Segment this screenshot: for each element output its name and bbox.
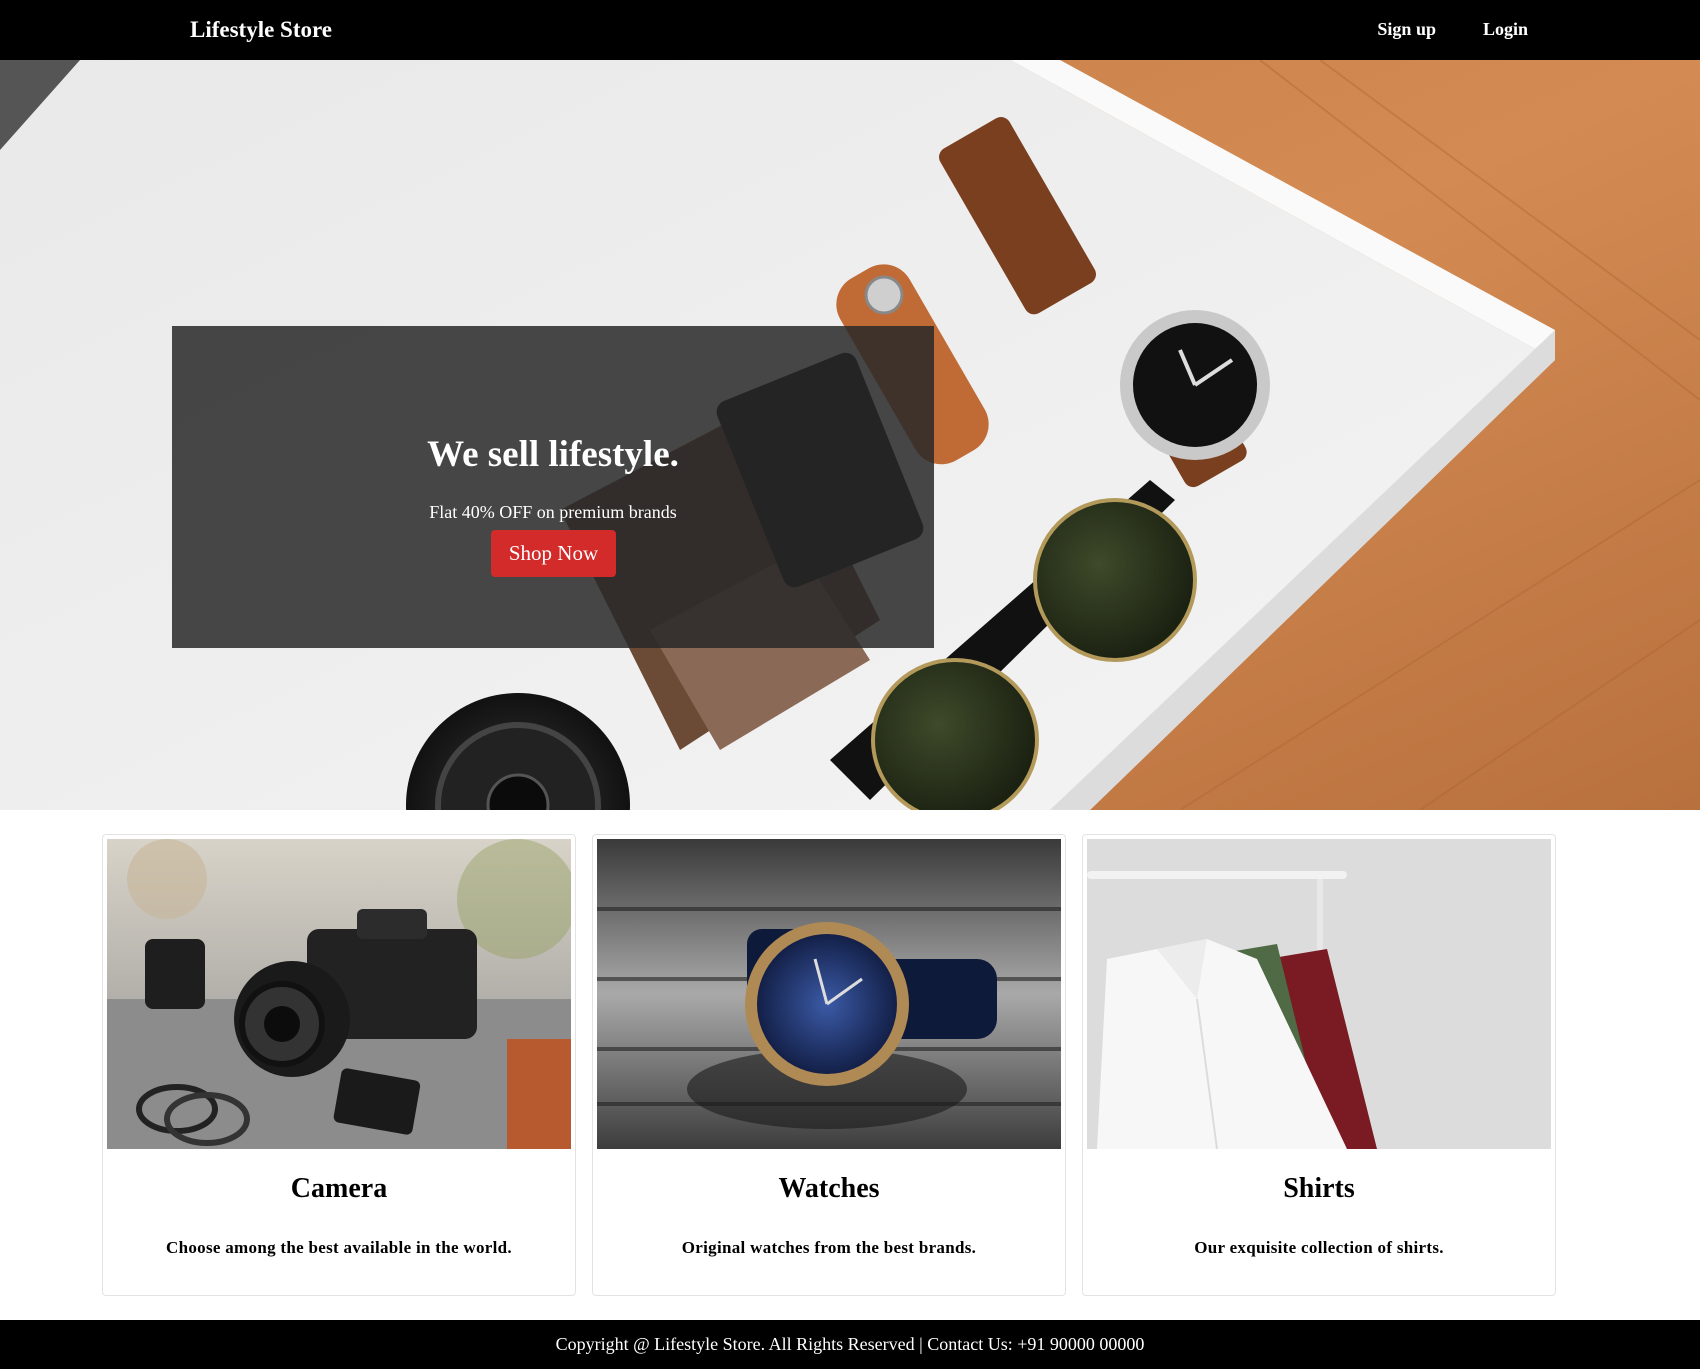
shirts-image[interactable] [1087, 839, 1551, 1149]
nav-links: Sign up Login [1377, 19, 1528, 40]
camera-image[interactable] [107, 839, 571, 1149]
footer: Copyright @ Lifestyle Store. All Rights … [0, 1320, 1700, 1369]
brand-logo[interactable]: Lifestyle Store [190, 17, 332, 43]
product-description: Our exquisite collection of shirts. [1194, 1238, 1444, 1257]
product-description: Choose among the best available in the w… [166, 1238, 512, 1257]
product-title: Camera [290, 1173, 388, 1204]
product-title: Watches [778, 1173, 880, 1204]
signup-link[interactable]: Sign up [1377, 19, 1436, 40]
hero-banner: We sell lifestyle. Flat 40% OFF on premi… [172, 326, 934, 648]
product-card-shirts[interactable]: Shirts Our exquisite collection of shirt… [1082, 834, 1556, 1296]
watch-photo [597, 839, 1061, 1149]
shirts-photo [1087, 839, 1551, 1149]
product-cards: Camera Choose among the best available i… [102, 834, 1557, 1296]
product-description: Original watches from the best brands. [681, 1238, 977, 1257]
navbar: Lifestyle Store Sign up Login [0, 0, 1700, 60]
product-card-watches[interactable]: Watches Original watches from the best b… [592, 834, 1066, 1296]
watch-image[interactable] [597, 839, 1061, 1149]
hero-section: We sell lifestyle. Flat 40% OFF on premi… [0, 60, 1700, 810]
product-card-camera[interactable]: Camera Choose among the best available i… [102, 834, 576, 1296]
product-title: Shirts [1283, 1173, 1355, 1204]
camera-photo [107, 839, 571, 1149]
login-link[interactable]: Login [1483, 19, 1528, 40]
shop-now-button[interactable]: Shop Now [491, 530, 616, 577]
hero-title: We sell lifestyle. [427, 434, 679, 475]
hero-subtitle: Flat 40% OFF on premium brands [429, 502, 677, 522]
